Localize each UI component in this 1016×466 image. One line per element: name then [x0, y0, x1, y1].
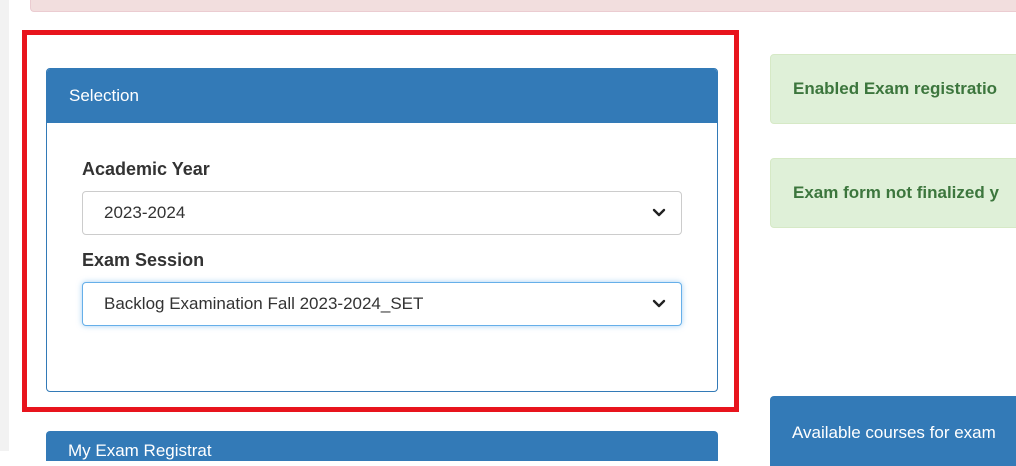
- top-alert-strip: [30, 0, 1016, 12]
- highlight-box: [22, 30, 739, 412]
- exam-registration-alert: Enabled Exam registratio: [770, 54, 1016, 124]
- my-exam-registration-panel: My Exam Registrat: [46, 431, 718, 461]
- left-border: [0, 0, 9, 451]
- available-courses-panel: Available courses for exam: [770, 396, 1016, 466]
- available-courses-title: Available courses for exam: [792, 423, 996, 442]
- exam-form-alert: Exam form not finalized y: [770, 158, 1016, 228]
